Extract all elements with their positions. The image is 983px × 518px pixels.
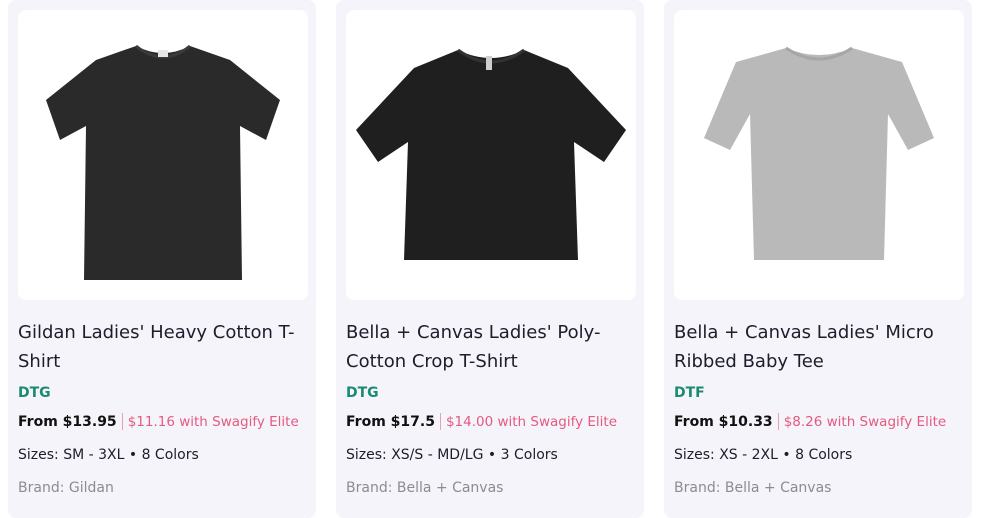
elite-price: $14.00 with Swagify Elite: [445, 413, 618, 430]
price: From $13.95: [18, 413, 117, 430]
brand: Brand: Gildan: [18, 480, 114, 496]
product-title[interactable]: Bella + Canvas Ladies' Micro Ribbed Baby…: [674, 318, 964, 376]
price-separator: [777, 413, 779, 430]
sizes-colors: Sizes: SM - 3XL • 8 Colors: [18, 447, 199, 463]
elite-price: $11.16 with Swagify Elite: [127, 413, 299, 430]
price-row: From $17.5 $14.00 with Swagify Elite: [346, 413, 617, 430]
print-method-badge: DTG: [346, 385, 379, 401]
price: From $10.33: [674, 413, 773, 430]
product-card[interactable]: Bella + Canvas Ladies' Poly-Cotton Crop …: [336, 0, 644, 518]
price: From $17.5: [346, 413, 435, 430]
product-card[interactable]: Bella + Canvas Ladies' Micro Ribbed Baby…: [664, 0, 972, 518]
sizes-colors: Sizes: XS/S - MD/LG • 3 Colors: [346, 447, 558, 463]
product-title[interactable]: Bella + Canvas Ladies' Poly-Cotton Crop …: [346, 318, 636, 376]
price-row: From $10.33 $8.26 with Swagify Elite: [674, 413, 946, 430]
price-separator: [121, 413, 123, 430]
product-card[interactable]: Gildan Ladies' Heavy Cotton T-Shirt DTG …: [8, 0, 316, 518]
print-method-badge: DTG: [18, 385, 51, 401]
sizes-colors: Sizes: XS - 2XL • 8 Colors: [674, 447, 853, 463]
product-title[interactable]: Gildan Ladies' Heavy Cotton T-Shirt: [18, 318, 308, 376]
product-image-link[interactable]: [674, 10, 964, 300]
grey-baby-tee-image: [704, 46, 934, 260]
brand: Brand: Bella + Canvas: [346, 480, 504, 496]
brand: Brand: Bella + Canvas: [674, 480, 832, 496]
price-separator: [439, 413, 441, 430]
price-row: From $13.95 $11.16 with Swagify Elite: [18, 413, 299, 430]
black-crop-tshirt-image: [356, 48, 626, 260]
product-image-link[interactable]: [346, 10, 636, 300]
elite-price: $8.26 with Swagify Elite: [783, 413, 947, 430]
print-method-badge: DTF: [674, 385, 705, 401]
product-image-link[interactable]: [18, 10, 308, 300]
product-grid: Gildan Ladies' Heavy Cotton T-Shirt DTG …: [8, 0, 976, 518]
black-tshirt-image: [46, 44, 280, 280]
